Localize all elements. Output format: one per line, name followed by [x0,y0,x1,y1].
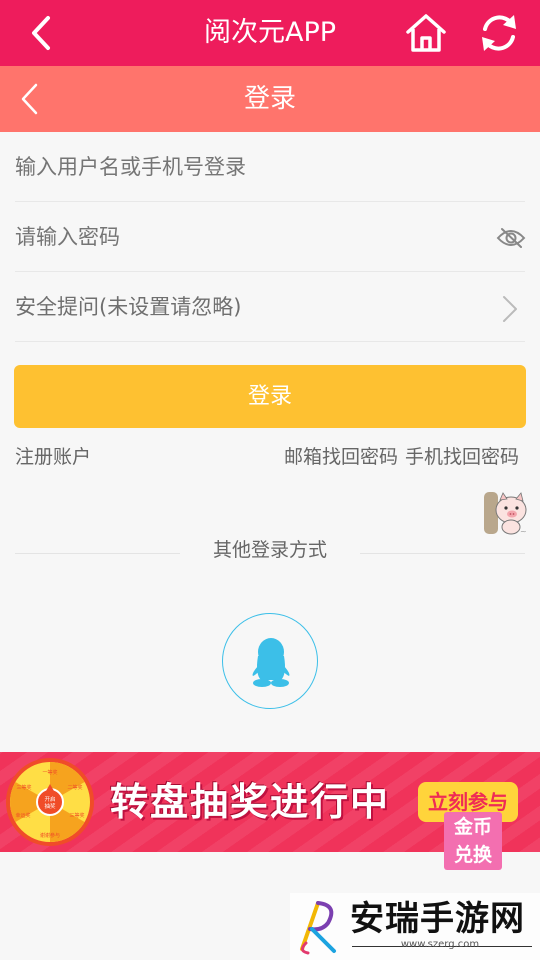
eye-off-icon [496,228,526,248]
qq-login-button[interactable] [222,613,318,709]
email-recover-link[interactable]: 邮箱找回密码 [284,443,398,471]
chevron-left-icon [21,83,38,115]
password-row [0,202,540,272]
svg-text:谢谢参与: 谢谢参与 [40,832,60,839]
phone-recover-link[interactable]: 手机找回密码 [405,443,519,471]
svg-text:三等奖: 三等奖 [69,812,84,819]
security-question-row[interactable]: 安全提问(未设置请忽略) [0,272,540,342]
svg-text:幸运奖: 幸运奖 [15,812,30,819]
username-row [0,132,540,202]
watermark-url: www.szerg.com [400,939,480,950]
home-button[interactable] [404,12,448,54]
coin-exchange-badge[interactable]: 金币 兑换 [444,812,502,870]
password-input[interactable] [15,202,475,272]
qq-penguin-icon [252,638,290,687]
coin-badge-line2: 兑换 [453,844,492,866]
login-back-button[interactable] [14,80,50,118]
svg-text:二等奖: 二等奖 [67,784,82,791]
login-button[interactable]: 登录 [14,365,526,428]
chevron-left-icon [32,16,50,50]
app-title: 阅次元APP [203,17,337,48]
username-input[interactable] [15,132,485,202]
prize-wheel-icon: 一等奖 二等奖 三等奖 谢谢参与 幸运奖 三等奖 开启 抽奖 [6,758,94,846]
app-header: 阅次元APP [0,0,540,66]
wheel-center-text: 开启 [44,795,55,803]
svg-text:抽奖: 抽奖 [44,802,56,810]
site-watermark: 安瑞手游网 www.szerg.com [290,893,540,960]
login-header: 登录 [0,66,540,132]
back-button[interactable] [22,12,62,54]
svg-text:三等奖: 三等奖 [16,784,31,791]
svg-text:~: ~ [520,527,527,536]
divider [15,341,525,342]
site-logo-icon [300,901,336,955]
chevron-right-icon [503,296,517,322]
pig-mascot-icon: ~ [484,492,527,536]
password-toggle-button[interactable] [496,226,526,250]
login-title: 登录 [243,84,296,114]
refresh-icon [482,15,516,51]
security-question-label: 安全提问(未设置请忽略) [15,295,242,319]
svg-text:一等奖: 一等奖 [42,769,57,776]
other-login-title: 其他登录方式 [212,539,327,561]
banner-headline: 转盘抽奖进行中 [110,780,391,824]
home-icon [406,14,446,52]
register-link[interactable]: 注册账户 [15,443,91,471]
coin-badge-line1: 金币 [453,816,492,838]
watermark-title: 安瑞手游网 [350,899,525,939]
refresh-button[interactable] [476,10,522,56]
